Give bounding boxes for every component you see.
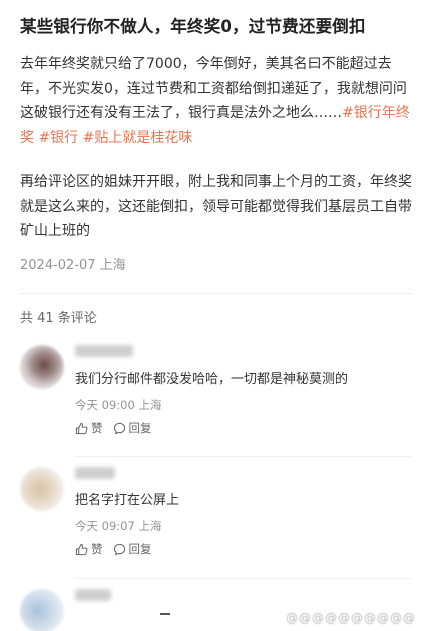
commenter-name-blurred[interactable] [75, 589, 111, 607]
like-button[interactable]: 赞 [75, 541, 103, 557]
comment-bubble-icon [113, 543, 125, 555]
post-body-paragraph-2: 再给评论区的姐妹开开眼，附上我和同事上个月的工资，年终奖就是这么来的，这还能倒扣… [20, 174, 412, 239]
reply-label: 回复 [128, 542, 152, 556]
post-body-paragraph-1: 去年年终奖就只给了7000，今年倒好，美其名曰不能超过去年，不光实发0，连过节费… [20, 52, 412, 150]
thumb-up-icon [75, 422, 88, 434]
avatar[interactable] [20, 467, 64, 511]
comment-divider [75, 456, 412, 457]
hashtag-bank[interactable]: #银行 [38, 130, 78, 146]
like-label: 赞 [91, 421, 103, 435]
avatar[interactable] [20, 345, 64, 389]
commenter-name-blurred[interactable] [75, 467, 115, 485]
reply-button[interactable]: 回复 [113, 420, 152, 436]
post-date-location: 2024-02-07 上海 [20, 257, 126, 273]
comment-time: 今天 09:07 上海 [75, 519, 162, 533]
reply-label: 回复 [128, 421, 152, 435]
comment-count: 共 41 条评论 [20, 311, 97, 326]
comment-text: 我们分行邮件都没发哈哈，一切都是神秘莫测的 [75, 372, 349, 387]
post: 某些银行你不做人，年终奖0，过节费还要倒扣 去年年终奖就只给了7000，今年倒好… [20, 14, 412, 276]
post-title: 某些银行你不做人，年终奖0，过节费还要倒扣 [20, 17, 366, 36]
partial-comment-text [160, 613, 170, 615]
reply-button[interactable]: 回复 [113, 541, 152, 557]
hashtag-osmanthus[interactable]: #贴上就是桂花味 [83, 130, 193, 146]
comment-time: 今天 09:00 上海 [75, 398, 162, 412]
comment-actions: 赞 回复 [75, 420, 162, 436]
thumb-up-icon [75, 543, 88, 555]
like-label: 赞 [91, 542, 103, 556]
comment-text: 把名字打在公屏上 [75, 493, 180, 508]
like-button[interactable]: 赞 [75, 420, 103, 436]
comment-actions: 赞 回复 [75, 541, 162, 557]
comment-bubble-icon [113, 422, 125, 434]
commenter-name-blurred[interactable] [75, 345, 133, 363]
avatar[interactable] [20, 589, 64, 631]
comment-divider [75, 578, 412, 579]
watermark: @@@@@@@@@@ [286, 611, 416, 625]
section-divider [20, 293, 412, 294]
